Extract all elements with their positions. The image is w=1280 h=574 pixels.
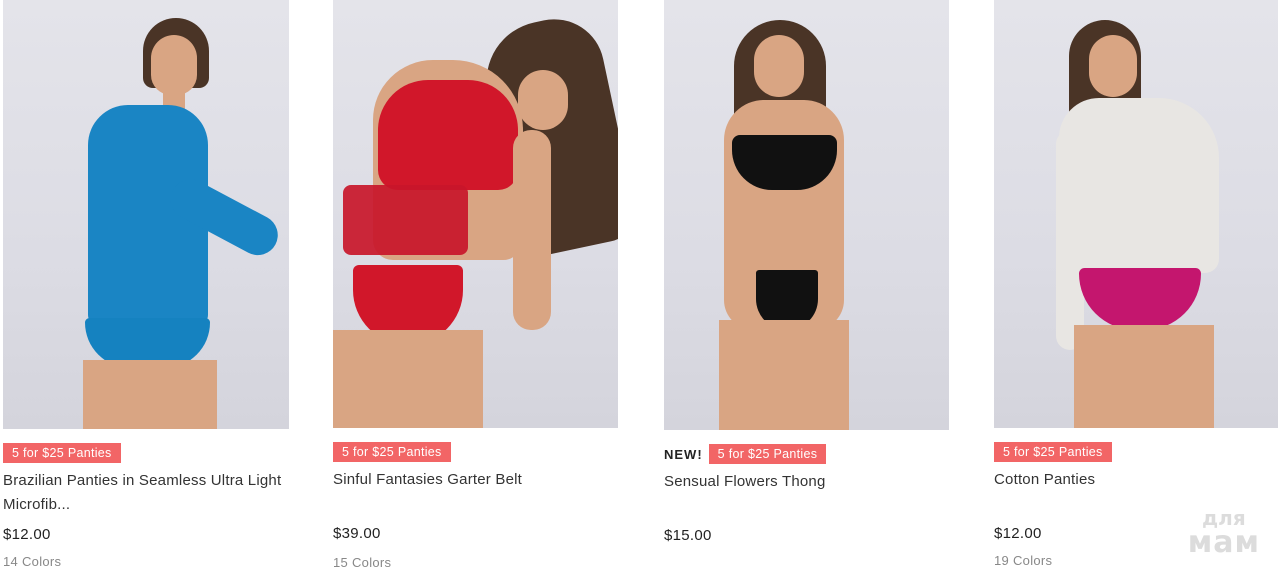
product-card[interactable]: NEW! 5 for $25 Panties Sensual Flowers T… [664,0,954,574]
product-name-line[interactable]: Cotton Panties [994,468,1280,492]
product-name-line[interactable]: Sensual Flowers Thong [664,470,954,494]
model-face [754,35,804,97]
product-image[interactable] [3,0,289,429]
product-name[interactable]: Sensual Flowers Thong [664,470,954,494]
product-price: $39.00 [333,525,381,542]
model-face [151,35,197,95]
watermark-logo: для мам [1188,508,1260,558]
product-name-line[interactable]: Microfib... [3,493,293,517]
color-count[interactable]: 15 Colors [333,555,391,570]
product-name[interactable]: Sinful Fantasies Garter Belt [333,468,623,492]
product-name[interactable]: Brazilian Panties in Seamless Ultra Ligh… [3,469,293,517]
product-card[interactable]: 5 for $25 Panties Brazilian Panties in S… [3,0,293,574]
product-price: $15.00 [664,527,712,544]
watermark-line: мам [1187,525,1260,560]
badge-row: 5 for $25 Panties [333,442,451,462]
promo-badge[interactable]: 5 for $25 Panties [3,443,121,463]
garment-top [378,80,518,190]
color-count[interactable]: 14 Colors [3,554,61,569]
model-legs [1074,325,1214,428]
badge-row: 5 for $25 Panties [994,442,1112,462]
product-card[interactable]: 5 for $25 Panties Sinful Fantasies Garte… [333,0,623,574]
product-image[interactable] [333,0,618,428]
garment-belt [343,185,468,255]
model-legs [333,330,483,428]
garment-top [732,135,837,190]
product-name-line[interactable]: Brazilian Panties in Seamless Ultra Ligh… [3,469,293,493]
product-price: $12.00 [3,526,51,543]
color-count[interactable]: 19 Colors [994,553,1052,568]
new-badge: NEW! [664,446,703,462]
garment-sleeve [1056,130,1084,350]
model-face [518,70,568,130]
promo-badge[interactable]: 5 for $25 Panties [994,442,1112,462]
product-name-line[interactable]: Sinful Fantasies Garter Belt [333,468,623,492]
garment-bottom [1079,268,1201,330]
badge-row: 5 for $25 Panties [3,443,121,463]
product-image[interactable] [994,0,1278,428]
model-face [1089,35,1137,97]
product-image[interactable] [664,0,949,430]
product-card[interactable]: 5 for $25 Panties Cotton Panties $12.00 … [994,0,1280,574]
promo-badge[interactable]: 5 for $25 Panties [708,444,827,464]
product-price: $12.00 [994,525,1042,542]
model-legs [83,360,217,429]
product-name[interactable]: Cotton Panties [994,468,1280,492]
promo-badge[interactable]: 5 for $25 Panties [333,442,451,462]
badge-row: NEW! 5 for $25 Panties [664,444,827,464]
model-arm [513,130,551,330]
model-legs [719,320,849,430]
